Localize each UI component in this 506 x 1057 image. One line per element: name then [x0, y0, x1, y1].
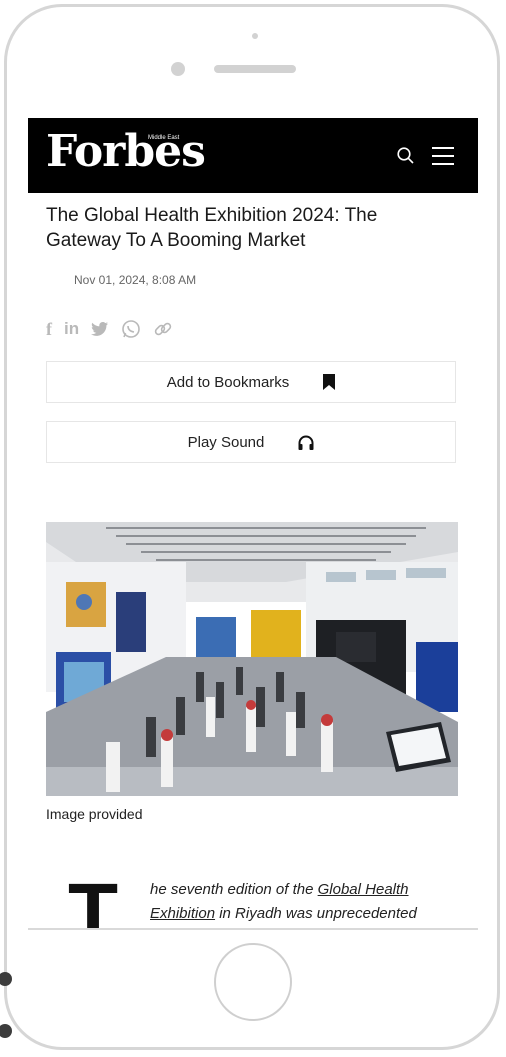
link-icon[interactable]: [153, 318, 173, 340]
article-paragraph: he seventh edition of the Global Health E…: [150, 878, 460, 926]
global-health-link[interactable]: Global Health: [318, 881, 409, 898]
menu-icon[interactable]: [432, 146, 454, 166]
whatsapp-icon[interactable]: [121, 318, 141, 340]
image-caption: Image provided: [46, 806, 143, 822]
bookmark-icon: [323, 374, 336, 390]
screen: Forbes Middle East The Global Health Exh…: [28, 118, 478, 930]
facebook-icon[interactable]: f: [46, 318, 52, 340]
headphones-icon: [298, 435, 314, 450]
exhibition-link[interactable]: Exhibition: [150, 905, 215, 922]
side-button: [0, 1024, 12, 1038]
front-camera: [252, 33, 258, 39]
para-text-end: in Riyadh was unprecedented: [215, 905, 417, 922]
search-icon[interactable]: [397, 147, 414, 164]
add-to-bookmarks-button[interactable]: Add to Bookmarks: [46, 361, 456, 403]
proximity-sensor: [171, 62, 185, 76]
play-sound-button[interactable]: Play Sound: [46, 421, 456, 463]
share-bar: f in: [46, 318, 173, 340]
earpiece-speaker: [214, 65, 296, 73]
drop-cap: T: [68, 867, 119, 930]
forbes-logo[interactable]: Forbes: [46, 126, 206, 177]
bookmark-label: Add to Bookmarks: [166, 373, 290, 391]
article-date: Nov 01, 2024, 8:08 AM: [74, 273, 197, 287]
play-sound-label: Play Sound: [187, 433, 265, 451]
linkedin-icon[interactable]: in: [64, 318, 79, 340]
para-text-start: he seventh edition of the: [150, 881, 318, 898]
logo-subtitle: Middle East: [148, 135, 180, 141]
site-header: Forbes Middle East: [28, 118, 478, 193]
home-button[interactable]: [214, 943, 292, 1021]
article-title: The Global Health Exhibition 2024: The G…: [46, 205, 378, 251]
hero-image: [46, 522, 458, 796]
twitter-icon[interactable]: [91, 318, 109, 340]
